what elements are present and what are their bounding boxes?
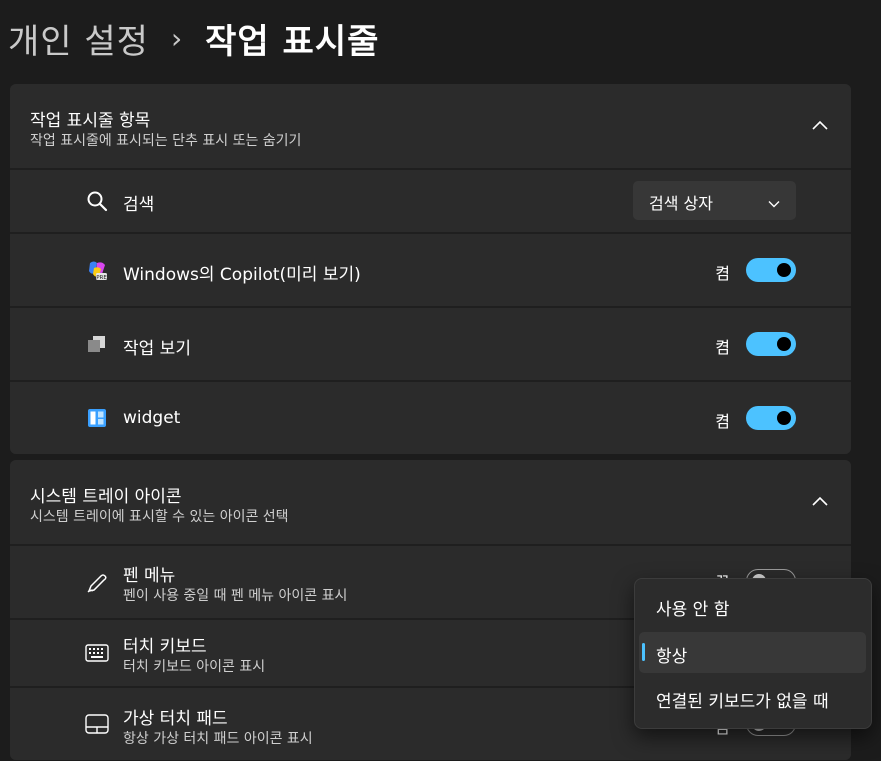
taskbar-items-section: 작업 표시줄 항목 작업 표시줄에 표시되는 단추 표시 또는 숨기기 검색 검… xyxy=(10,84,851,454)
task-view-row: 작업 보기 켬 xyxy=(10,306,851,380)
toggle-knob xyxy=(777,263,791,277)
selected-indicator xyxy=(642,643,645,661)
widgets-toggle[interactable] xyxy=(746,406,796,430)
touchpad-icon xyxy=(85,712,109,736)
pen-menu-label: 펜 메뉴 xyxy=(123,566,176,586)
touch-keyboard-label: 터치 키보드 xyxy=(123,637,207,657)
touch-keyboard-desc: 터치 키보드 아이콘 표시 xyxy=(123,659,266,675)
widgets-row: widget 켬 xyxy=(10,380,851,454)
chevron-down-icon xyxy=(768,193,780,212)
widgets-icon xyxy=(85,406,109,430)
pen-icon xyxy=(85,571,109,595)
search-label: 검색 xyxy=(123,195,155,215)
system-tray-header[interactable]: 시스템 트레이 아이콘 시스템 트레이에 표시할 수 있는 아이콘 선택 xyxy=(10,460,851,544)
section-subtitle: 시스템 트레이에 표시할 수 있는 아이콘 선택 xyxy=(30,509,289,525)
menu-item-never[interactable]: 사용 안 함 xyxy=(639,585,866,626)
task-view-toggle[interactable] xyxy=(746,332,796,356)
search-mode-value: 검색 상자 xyxy=(649,194,713,213)
keyboard-icon xyxy=(85,641,109,665)
breadcrumb-parent[interactable]: 개인 설정 xyxy=(8,14,149,63)
section-subtitle: 작업 표시줄에 표시되는 단추 표시 또는 숨기기 xyxy=(30,133,302,149)
menu-item-always[interactable]: 항상 xyxy=(639,632,866,673)
widgets-label: widget xyxy=(123,408,181,428)
pen-menu-desc: 펜이 사용 중일 때 펜 메뉴 아이콘 표시 xyxy=(123,588,348,604)
virtual-touchpad-desc: 항상 가상 터치 패드 아이콘 표시 xyxy=(123,731,313,747)
page-title: 작업 표시줄 xyxy=(205,21,380,62)
toggle-knob xyxy=(777,337,791,351)
virtual-touchpad-label: 가상 터치 패드 xyxy=(123,709,228,729)
task-view-label: 작업 보기 xyxy=(123,339,191,359)
section-title: 작업 표시줄 항목 xyxy=(30,111,151,131)
widgets-state: 켬 xyxy=(715,412,730,431)
chevron-up-icon[interactable] xyxy=(809,114,831,136)
menu-item-no-keyboard[interactable]: 연결된 키보드가 없을 때 xyxy=(639,677,866,718)
chevron-up-icon[interactable] xyxy=(809,490,831,512)
breadcrumb: 개인 설정 › 작업 표시줄 xyxy=(8,14,379,62)
task-view-icon xyxy=(85,332,109,356)
search-icon xyxy=(85,189,109,213)
search-mode-dropdown[interactable]: 검색 상자 xyxy=(633,181,796,220)
search-row: 검색 검색 상자 xyxy=(10,168,851,232)
copilot-label: Windows의 Copilot(미리 보기) xyxy=(123,265,361,285)
section-title: 시스템 트레이 아이콘 xyxy=(30,487,182,507)
task-view-state: 켬 xyxy=(715,338,730,357)
copilot-toggle[interactable] xyxy=(746,258,796,282)
toggle-knob xyxy=(777,411,791,425)
copilot-row: PRE Windows의 Copilot(미리 보기) 켬 xyxy=(10,232,851,306)
svg-text:PRE: PRE xyxy=(96,275,107,281)
taskbar-items-header[interactable]: 작업 표시줄 항목 작업 표시줄에 표시되는 단추 표시 또는 숨기기 xyxy=(10,84,851,168)
dropdown-menu: 사용 안 함 항상 연결된 키보드가 없을 때 xyxy=(634,578,872,729)
copilot-icon: PRE xyxy=(85,258,109,282)
copilot-state: 켬 xyxy=(715,264,730,283)
breadcrumb-separator: › xyxy=(170,21,184,55)
